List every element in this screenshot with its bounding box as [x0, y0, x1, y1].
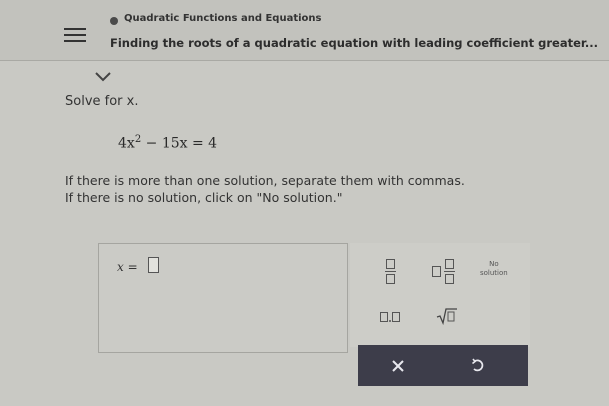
fraction-button[interactable]: [385, 259, 396, 284]
menu-icon[interactable]: [64, 28, 86, 42]
decimal-box-icon: [380, 312, 388, 322]
close-icon: [392, 359, 404, 372]
header-divider: [0, 60, 609, 61]
undo-button[interactable]: [448, 345, 508, 386]
mixed-number-button[interactable]: [432, 259, 455, 284]
action-bar: [358, 345, 528, 386]
answer-label: x =: [117, 260, 138, 274]
whole-box-icon: [432, 266, 441, 277]
denominator-box-icon: [386, 274, 395, 284]
no-solution-label-1: No: [489, 260, 499, 268]
undo-icon: [472, 358, 484, 371]
answer-input[interactable]: [148, 257, 159, 273]
answer-area: x =: [98, 243, 348, 353]
instruction-text: Solve for x.: [65, 94, 139, 109]
clear-button[interactable]: [368, 345, 428, 386]
lesson-title: Finding the roots of a quadratic equatio…: [110, 36, 599, 50]
square-root-button[interactable]: [436, 307, 458, 325]
mixed-fraction-icon: [444, 259, 455, 284]
note-no-solution: If there is no solution, click on "No so…: [65, 190, 343, 205]
equation-rest: − 15x = 4: [141, 135, 218, 152]
sqrt-icon: [436, 308, 457, 325]
note-multiple-solutions: If there is more than one solution, sepa…: [65, 173, 465, 188]
no-solution-label-2: solution: [480, 269, 508, 277]
equation: 4x2 − 15x = 4: [118, 134, 217, 152]
numerator-box-icon: [386, 259, 395, 269]
topic-dot-icon: [110, 17, 118, 25]
topic-title: Quadratic Functions and Equations: [124, 13, 322, 24]
chevron-down-icon[interactable]: [93, 68, 113, 82]
decimal-box-icon: [392, 312, 400, 322]
equation-term: 4x: [118, 135, 135, 152]
fraction-bar-icon: [385, 271, 396, 272]
math-palette: No solution: [350, 243, 530, 347]
decimal-point-icon: [389, 320, 391, 322]
lesson-header: Quadratic Functions and Equations Findin…: [0, 0, 609, 60]
decimal-button[interactable]: [380, 312, 400, 322]
no-solution-button[interactable]: No solution: [480, 260, 508, 278]
